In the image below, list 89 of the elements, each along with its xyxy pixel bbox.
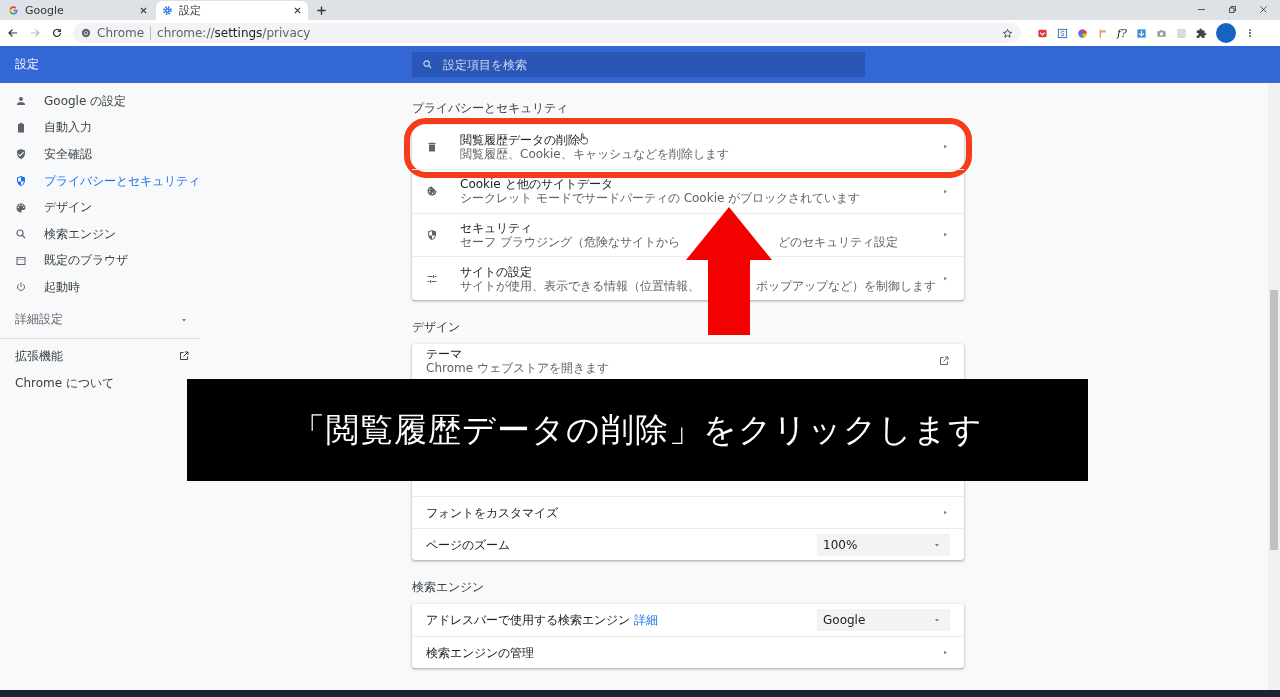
back-icon[interactable]: [7, 27, 19, 39]
sidebar-item[interactable]: 自動入力: [0, 114, 201, 142]
browser-window-icon: [15, 254, 27, 267]
hand-cursor-icon: [577, 132, 589, 146]
scrollbar-thumb[interactable]: [1270, 290, 1278, 550]
search-icon: [15, 228, 27, 241]
person-icon: [15, 95, 27, 108]
sliders-icon: [426, 272, 438, 285]
row-title: 閲覧履歴データの削除: [460, 132, 580, 147]
star-icon[interactable]: [1002, 27, 1013, 39]
row-title: アドレスバーで使用する検索エンジン: [426, 613, 630, 627]
scrollbar[interactable]: [1268, 83, 1280, 690]
row-title: 検索エンジンの管理: [426, 645, 534, 660]
external-link-icon: [178, 350, 190, 363]
row-title: ページのズーム: [426, 537, 510, 552]
settings-row[interactable]: テーマ Chrome ウェブストアを開きます: [412, 344, 964, 378]
row-description: シークレット モードでサードパーティの Cookie がブロックされています: [460, 191, 861, 206]
trash-icon: [426, 140, 438, 153]
close-icon[interactable]: [139, 6, 148, 15]
external-link-icon: [938, 355, 950, 367]
row-description: 閲覧履歴、Cookie、キャッシュなどを削除します: [460, 146, 729, 161]
puzzle-icon[interactable]: [1195, 27, 1207, 39]
sidebar-item[interactable]: 安全確認: [0, 141, 201, 168]
sidebar-item[interactable]: デザイン: [0, 194, 201, 221]
row-description: どのセキュリティ設定: [778, 234, 898, 249]
restore-icon[interactable]: [1228, 5, 1237, 14]
section-title: 検索エンジン: [412, 580, 485, 594]
close-icon[interactable]: [293, 6, 302, 15]
row-title: サイトの設定: [460, 264, 532, 279]
chrome-logo-icon: [81, 28, 91, 38]
s-square-icon[interactable]: [1057, 27, 1068, 39]
row-title: テーマ: [426, 347, 462, 361]
origin-label: Chrome: [97, 26, 152, 40]
browser-tab[interactable]: Google: [2, 1, 154, 20]
camera-icon[interactable]: [1155, 27, 1167, 39]
chevron-right-icon: [941, 508, 950, 517]
close-icon[interactable]: [1259, 5, 1268, 14]
settings-row[interactable]: Cookie と他のサイトデータ シークレット モードでサードパーティの Cookie がブロックされています: [412, 168, 964, 213]
section-title: プライバシーとセキュリティ: [412, 101, 569, 115]
dropdown-field[interactable]: Google: [817, 609, 950, 631]
row-description: セーフ ブラウジング（危険なサイトから: [460, 234, 680, 249]
shield-check-icon: [15, 148, 27, 161]
search-icon: [422, 59, 433, 70]
shield-icon: [15, 175, 27, 188]
dropdown-field[interactable]: 100%: [817, 533, 950, 556]
shield-icon: [426, 228, 438, 241]
browser-tab[interactable]: 設定: [156, 1, 308, 20]
sidebar-link[interactable]: Chrome について: [0, 369, 118, 397]
sidebar-link[interactable]: 拡張機能: [0, 342, 201, 370]
power-icon: [15, 281, 27, 294]
sidebar-item[interactable]: 既定のブラウザ: [0, 247, 201, 275]
cookie-icon: [426, 185, 438, 198]
row-title: Cookie と他のサイトデータ: [460, 177, 613, 192]
row-title: セキュリティ: [460, 220, 532, 235]
palette-icon: [15, 201, 27, 214]
tab-title: Google: [25, 4, 65, 17]
settings-row[interactable]: フォントをカスタマイズ: [412, 496, 964, 528]
extension-label[interactable]: f?: [1117, 26, 1127, 40]
pocket-icon[interactable]: [1037, 27, 1048, 39]
new-tab-icon[interactable]: [316, 5, 327, 16]
row-description: ポップアップなど）を制御します: [756, 278, 936, 293]
settings-row[interactable]: 閲覧履歴データの削除 閲覧履歴、Cookie、キャッシュなどを削除します: [412, 125, 964, 169]
sidebar-item[interactable]: プライバシーとセキュリティ: [0, 167, 201, 195]
details-link[interactable]: 詳細: [633, 613, 658, 627]
gear-icon: [162, 5, 173, 16]
sidebar-item[interactable]: Google の設定: [0, 88, 201, 115]
row-title: フォントをカスタマイズ: [426, 505, 558, 520]
search-field[interactable]: 設定項目を検索: [412, 52, 865, 77]
g-logo-icon: [8, 5, 19, 16]
address-bar[interactable]: Chrome chrome://settings/privacy: [73, 23, 1021, 43]
tab-title: 設定: [179, 3, 202, 18]
url-text: chrome://settings/privacy: [157, 26, 311, 40]
download-icon[interactable]: [1135, 27, 1147, 39]
color-wheel-icon[interactable]: [1077, 27, 1088, 39]
row-description: Chrome ウェブストアを開きます: [426, 361, 609, 375]
row-description: サイトが使用、表示できる情報（位置情報、: [460, 278, 700, 293]
settings-row[interactable]: 検索エンジンの管理: [412, 636, 964, 668]
chevron-right-icon: [941, 648, 950, 657]
profile-avatar[interactable]: [1215, 23, 1236, 43]
page-title: 設定: [15, 56, 39, 73]
sidebar-item[interactable]: 検索エンジン: [0, 220, 201, 248]
caption-text: 「閲覧履歴データの削除」をクリックします: [292, 408, 983, 451]
settings-row[interactable]: ページのズーム 100%: [412, 528, 964, 560]
sidebar-item[interactable]: 起動時: [0, 274, 201, 301]
section-title: デザイン: [412, 320, 461, 334]
settings-row[interactable]: アドレスバーで使用する検索エンジン 詳細 Google: [412, 604, 964, 636]
reload-icon[interactable]: [51, 27, 63, 39]
clipboard-icon: [15, 121, 27, 134]
advanced-toggle[interactable]: 詳細設定: [0, 306, 201, 333]
